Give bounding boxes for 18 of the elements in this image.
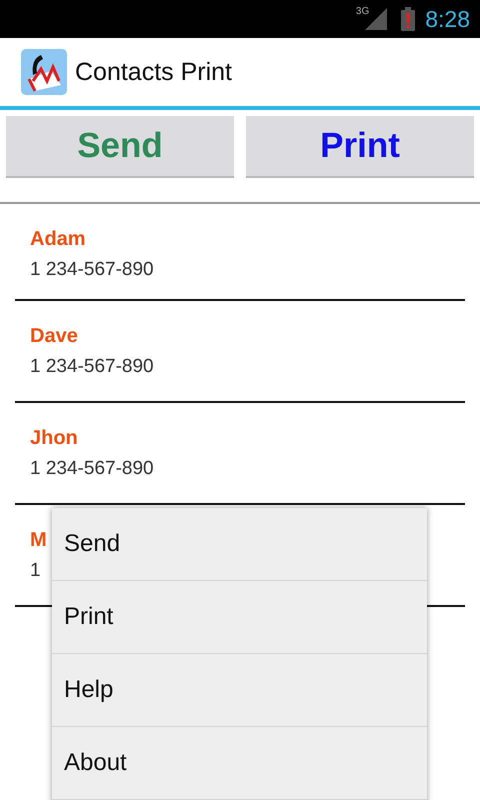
network-type: 3G	[356, 6, 370, 17]
contact-phone[interactable]: 1 234-567-890	[30, 458, 154, 480]
contact-phone[interactable]: 1 234-567-890	[30, 259, 154, 281]
menu-item[interactable]: Help	[52, 654, 427, 727]
contact-phone[interactable]: 1	[30, 560, 41, 582]
menu-item[interactable]: Send	[52, 508, 427, 581]
clock: 8:28	[425, 6, 470, 32]
contact-name[interactable]: Adam	[30, 228, 86, 251]
contact-name[interactable]: M	[30, 529, 47, 552]
app-title: Contacts Print	[75, 58, 232, 86]
contact-phone[interactable]: 1 234-567-890	[30, 356, 154, 378]
menu-item[interactable]: Print	[52, 581, 427, 654]
print-button[interactable]: Print	[246, 116, 474, 178]
app-icon	[21, 49, 67, 95]
menu-item[interactable]: About	[52, 727, 427, 800]
contact-name[interactable]: Dave	[30, 325, 78, 348]
battery-icon	[401, 7, 416, 31]
contact-name[interactable]: Jhon	[30, 427, 78, 450]
